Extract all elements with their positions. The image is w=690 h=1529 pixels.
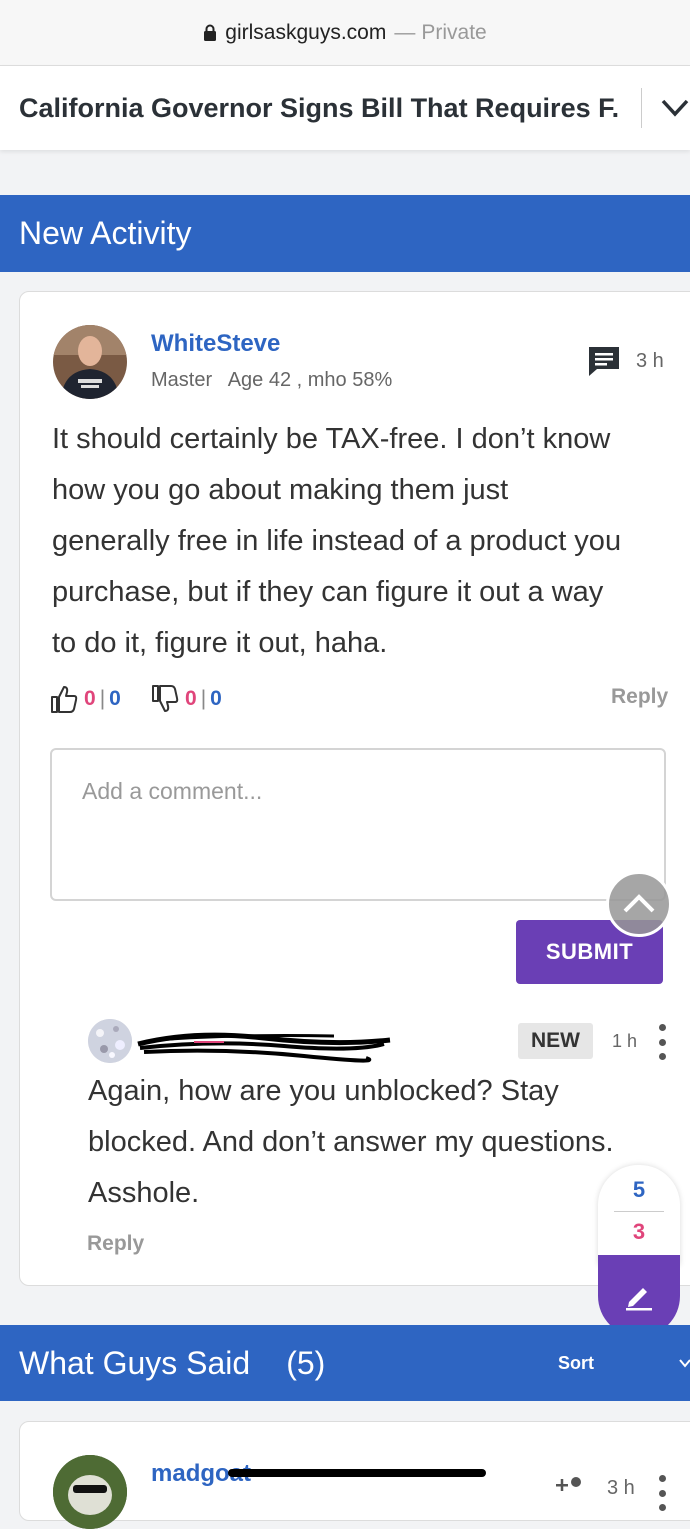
guys-said-header: What Guys Said (5) Sort [0, 1325, 690, 1401]
comment-body-line: blocked. And don’t answer my questions. [88, 1126, 614, 1158]
post-time: 3 h [636, 350, 664, 372]
page-title: California Governor Signs Bill That Requ… [19, 92, 620, 123]
comment-icon[interactable] [587, 345, 621, 377]
upvote-count-b: 0 [109, 687, 121, 710]
post-body-line: generally free in life instead of a prod… [52, 525, 622, 557]
post-body-line: how you go about making them just [52, 474, 509, 506]
sort-chevron-icon[interactable] [678, 1357, 690, 1369]
thumbs-down-icon[interactable] [151, 684, 179, 714]
comment-input[interactable]: Add a comment... [50, 748, 666, 901]
private-label: Private [421, 20, 487, 44]
comment-body: Again, how are you unblocked? Stay block… [88, 1066, 668, 1219]
post-body-line: purchase, but if they can figure it out … [52, 576, 604, 608]
post-body-line: to do it, figure it out, haha. [52, 627, 388, 659]
user-photo-icon [53, 325, 127, 399]
title-divider [641, 88, 642, 128]
comment-time: 1 h [612, 1031, 638, 1051]
upvote-count-a: 0 [84, 687, 96, 710]
floating-vote-counter[interactable]: 5 3 [598, 1165, 680, 1265]
post-user-meta: Master Age 42 , mho 58% [151, 369, 392, 392]
downvote-count-a: 0 [185, 687, 197, 710]
guys-said-count: (5) [286, 1344, 326, 1381]
redacted-username-scribble [137, 1032, 391, 1063]
scroll-to-top-button[interactable] [606, 871, 672, 937]
new-activity-header: New Activity [0, 195, 690, 272]
commenter-avatar[interactable] [88, 1019, 132, 1063]
comment-more-menu-icon[interactable] [657, 1024, 667, 1060]
avatar[interactable] [53, 1455, 127, 1529]
downvote-count-b: 0 [210, 687, 222, 710]
answer-time: 3 h [607, 1477, 635, 1499]
downvote-separator: | [200, 687, 207, 710]
new-badge: NEW [518, 1023, 593, 1059]
comment-reply-link[interactable]: Reply [87, 1232, 144, 1256]
avatar[interactable] [53, 325, 127, 399]
lock-icon [204, 24, 217, 41]
chevron-up-icon [623, 894, 655, 913]
sort-label[interactable]: Sort [558, 1353, 594, 1374]
question-title-bar[interactable]: California Governor Signs Bill That Requ… [0, 66, 690, 150]
browser-url-bar[interactable]: girlsaskguys.com — Private [0, 0, 690, 66]
goat-photo-icon [53, 1455, 127, 1529]
guys-said-title: What Guys Said [19, 1344, 251, 1381]
post-body-line: It should certainly be TAX-free. I don’t… [52, 423, 611, 455]
post-username[interactable]: WhiteSteve [151, 330, 280, 358]
follow-user-icon[interactable] [556, 1476, 584, 1496]
downvote-control[interactable]: 0 | 0 [151, 684, 222, 714]
url-separator: — [394, 20, 416, 44]
vote-counter-down: 3 [632, 1219, 646, 1244]
upvote-control[interactable]: 0 | 0 [50, 684, 121, 714]
comment-body-line: Asshole. [88, 1177, 200, 1209]
chevron-down-icon[interactable] [660, 96, 690, 120]
user-age: Age 42 , mho 58% [227, 369, 393, 391]
vote-counter-up: 5 [632, 1177, 646, 1202]
vote-counter-divider [614, 1211, 664, 1212]
url-domain: girlsaskguys.com [225, 20, 387, 44]
thumbs-up-icon[interactable] [50, 684, 78, 714]
pencil-icon [626, 1288, 652, 1311]
upvote-separator: | [99, 687, 106, 710]
post-reply-link[interactable]: Reply [611, 685, 668, 709]
sparkle-avatar-icon [88, 1019, 132, 1063]
new-activity-title: New Activity [19, 215, 192, 251]
user-rank: Master [151, 369, 213, 391]
post-body: It should certainly be TAX-free. I don’t… [52, 414, 682, 669]
answer-more-menu-icon[interactable] [657, 1475, 667, 1511]
comment-body-line: Again, how are you unblocked? Stay [88, 1075, 559, 1107]
redaction-bar [228, 1469, 486, 1477]
